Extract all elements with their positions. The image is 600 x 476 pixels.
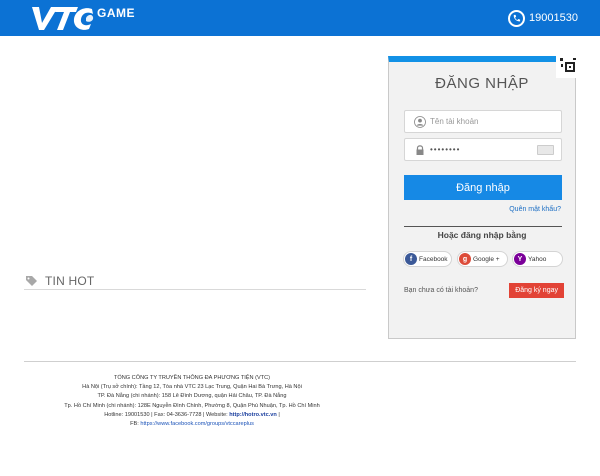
hotline-number: 19001530 [529, 12, 578, 24]
password-field[interactable] [404, 138, 562, 161]
footer-address-hanoi: Hà Nội (Trụ sở chính): Tầng 12, Tòa nhà … [82, 384, 302, 391]
yahoo-login-button[interactable]: Y Yahoo [512, 251, 563, 267]
login-panel: ĐĂNG NHẬP Đăng nhập Quên mật khẩu? Hoặc … [388, 56, 578, 339]
footer-fb-line: FB: https://www.facebook.com/groups/vtcc… [6, 420, 378, 429]
user-icon [414, 115, 426, 128]
tin-hot-heading: TIN HOT [24, 272, 366, 290]
login-title: ĐĂNG NHẬP [435, 75, 529, 92]
vtc-game-logo[interactable]: GAME [26, 3, 146, 33]
forgot-password-link[interactable]: Quên mật khẩu? [509, 206, 561, 213]
logo-game-text: GAME [97, 6, 135, 20]
footer-hotline-text: Hotline: 19001530 | Fax: 04-3636-7728 | … [104, 411, 230, 418]
google-icon: g [459, 253, 471, 265]
username-input[interactable] [430, 112, 540, 131]
top-header: GAME 19001530 [0, 0, 600, 36]
signup-button[interactable]: Đăng ký ngay [509, 283, 564, 298]
footer-website-suffix: | [276, 411, 280, 418]
footer-company: TỔNG CÔNG TY TRUYỀN THÔNG ĐA PHƯƠNG TIỆN… [113, 375, 271, 381]
signup-question: Bạn chưa có tài khoản? [404, 287, 478, 294]
footer: TỔNG CÔNG TY TRUYỀN THÔNG ĐA PHƯƠNG TIỆN… [6, 374, 378, 429]
tin-hot-title: TIN HOT [45, 273, 95, 288]
lock-icon [416, 144, 424, 155]
signup-row: Bạn chưa có tài khoản? Đăng ký ngay [404, 283, 564, 298]
username-field[interactable] [404, 110, 562, 133]
footer-address-hcm: Tp. Hồ Chí Minh (chi nhánh): 128E Nguyễn… [64, 402, 320, 409]
facebook-icon: f [405, 253, 417, 265]
tag-icon [26, 275, 37, 286]
yahoo-icon: Y [514, 253, 526, 265]
footer-hotline-line: Hotline: 19001530 | Fax: 04-3636-7728 | … [6, 411, 378, 420]
facebook-login-button[interactable]: f Facebook [403, 251, 452, 267]
hotline[interactable]: 19001530 [508, 8, 578, 28]
facebook-label: Facebook [419, 255, 448, 263]
password-input[interactable] [430, 140, 540, 159]
footer-divider [24, 361, 576, 362]
footer-fb-prefix: FB: [130, 421, 141, 428]
yahoo-label: Yahoo [528, 255, 547, 263]
footer-website-link[interactable]: http://hotro.vtc.vn [229, 412, 277, 418]
google-label: Google + [473, 255, 500, 263]
divider [404, 226, 562, 227]
footer-address-danang: TP. Đà Nẵng (chi nhánh): 158 Lê Đình Dươ… [97, 393, 287, 400]
virtual-keyboard-icon[interactable] [537, 145, 554, 155]
phone-icon [508, 9, 526, 27]
footer-fb-link[interactable]: https://www.facebook.com/groups/vtccarep… [140, 421, 253, 427]
login-button[interactable]: Đăng nhập [404, 175, 562, 200]
google-login-button[interactable]: g Google + [457, 251, 508, 267]
or-login-with-label: Hoặc đăng nhập bằng [437, 230, 527, 240]
